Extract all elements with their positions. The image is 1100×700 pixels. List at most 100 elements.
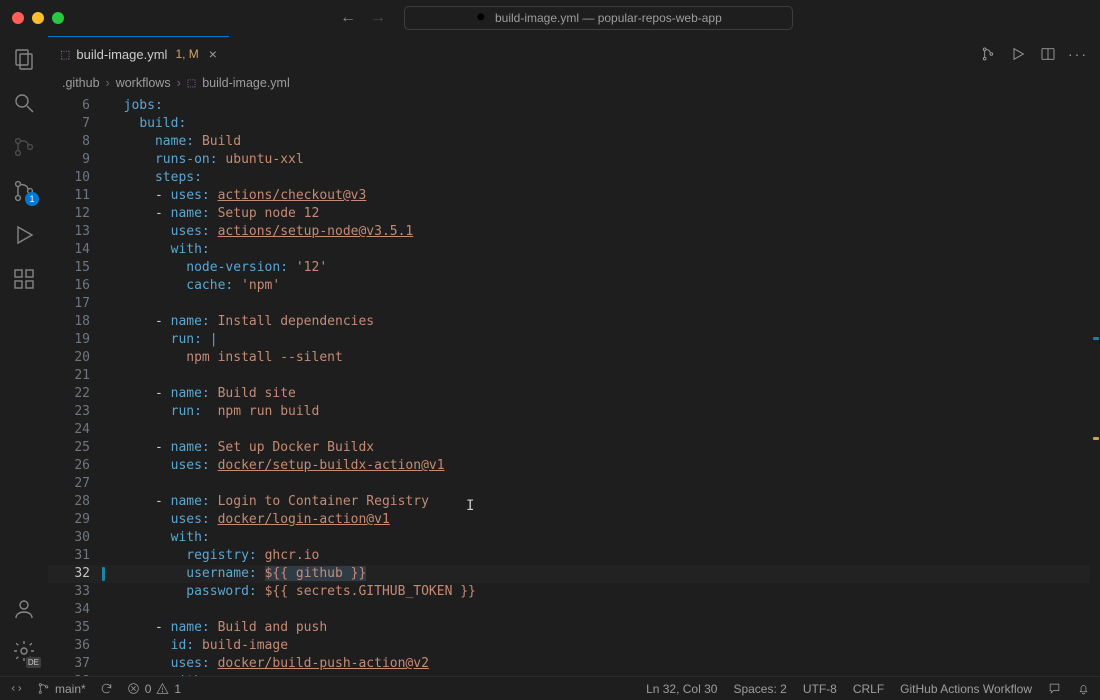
error-count: 0	[145, 682, 152, 696]
code-line[interactable]: run: |	[108, 331, 1090, 349]
code-line[interactable]: uses: actions/setup-node@v3.5.1	[108, 223, 1090, 241]
more-actions-icon[interactable]: ···	[1070, 46, 1086, 62]
eol-indicator[interactable]: CRLF	[853, 682, 884, 696]
code-line[interactable]: - name: Build site	[108, 385, 1090, 403]
breadcrumb-seg-file[interactable]: build-image.yml	[202, 76, 290, 90]
code-line[interactable]	[108, 601, 1090, 619]
breadcrumb[interactable]: .github › workflows › ⬚ build-image.yml	[48, 71, 1100, 95]
status-bar: main* 0 1 Ln 32, Col 30 Spaces: 2 UTF-8 …	[0, 676, 1100, 700]
branch-indicator[interactable]: main*	[37, 682, 86, 696]
code-line[interactable]: with:	[108, 673, 1090, 676]
code-line[interactable]: with:	[108, 241, 1090, 259]
breadcrumb-seg-github[interactable]: .github	[62, 76, 100, 90]
sync-icon	[100, 682, 113, 695]
error-icon	[127, 682, 140, 695]
code-line[interactable]: run: npm run build	[108, 403, 1090, 421]
code-line[interactable]: uses: docker/setup-buildx-action@v1	[108, 457, 1090, 475]
line-number-gutter: 6789101112131415161718192021222324252627…	[48, 97, 98, 676]
yaml-file-icon: ⬚	[187, 78, 196, 89]
editor-actions: ···	[980, 36, 1100, 71]
ruler-marker-info	[1093, 337, 1099, 340]
warning-count: 1	[174, 682, 181, 696]
settings-gear-icon[interactable]: DE	[11, 638, 37, 664]
code-line[interactable]: password: ${{ secrets.GITHUB_TOKEN }}	[108, 583, 1090, 601]
code-line[interactable]: - uses: actions/checkout@v3	[108, 187, 1090, 205]
maximize-window-button[interactable]	[52, 12, 64, 24]
problems-indicator[interactable]: 0 1	[127, 682, 181, 696]
run-workflow-icon[interactable]	[1010, 46, 1026, 62]
code-line[interactable]: with:	[108, 529, 1090, 547]
git-branch-icon	[37, 682, 50, 695]
sync-button[interactable]	[100, 682, 113, 695]
feedback-icon[interactable]	[1048, 682, 1061, 695]
cursor-position[interactable]: Ln 32, Col 30	[646, 682, 717, 696]
nav-forward-button[interactable]: →	[370, 9, 386, 27]
code-line[interactable]: - name: Install dependencies	[108, 313, 1090, 331]
explorer-icon[interactable]	[11, 46, 37, 72]
code-line[interactable]: name: Build	[108, 133, 1090, 151]
nav-back-button[interactable]: ←	[340, 9, 356, 27]
tab-problems-indicator: 1, M	[175, 47, 198, 61]
code-line[interactable]: cache: 'npm'	[108, 277, 1090, 295]
remote-icon	[10, 682, 23, 695]
close-window-button[interactable]	[12, 12, 24, 24]
activity-bar: 1 DE	[0, 36, 48, 676]
window-controls	[12, 12, 64, 24]
code-line[interactable]: registry: ghcr.io	[108, 547, 1090, 565]
code-lines[interactable]: 𝙸 jobs: build: name: Build runs-on: ubun…	[108, 97, 1090, 676]
overview-ruler[interactable]	[1090, 97, 1100, 676]
code-line[interactable]: - name: Setup node 12	[108, 205, 1090, 223]
code-line[interactable]	[108, 295, 1090, 313]
search-icon	[475, 11, 489, 25]
search-icon[interactable]	[11, 90, 37, 116]
chevron-right-icon: ›	[106, 76, 110, 90]
source-control-icon[interactable]: 1	[11, 178, 37, 204]
code-line[interactable]	[108, 367, 1090, 385]
command-center-title: build-image.yml — popular-repos-web-app	[495, 11, 722, 25]
code-line[interactable]: - name: Login to Container Registry	[108, 493, 1090, 511]
split-editor-icon[interactable]	[1040, 46, 1056, 62]
language-mode[interactable]: GitHub Actions Workflow	[900, 682, 1032, 696]
code-line[interactable]	[108, 475, 1090, 493]
warning-icon	[156, 682, 169, 695]
code-line[interactable]: node-version: '12'	[108, 259, 1090, 277]
scm-badge: 1	[25, 192, 39, 206]
code-line[interactable]: username: ${{ github }}	[108, 565, 1090, 583]
glyph-margin	[98, 97, 108, 676]
code-line[interactable]: uses: docker/login-action@v1	[108, 511, 1090, 529]
code-line[interactable]: runs-on: ubuntu-xxl	[108, 151, 1090, 169]
account-icon[interactable]	[11, 596, 37, 622]
remote-indicator[interactable]	[10, 682, 23, 695]
source-control-branch-icon[interactable]	[11, 134, 37, 160]
breadcrumb-seg-workflows[interactable]: workflows	[116, 76, 171, 90]
ruler-marker-warning	[1093, 437, 1099, 440]
code-line[interactable]: steps:	[108, 169, 1090, 187]
extensions-icon[interactable]	[11, 266, 37, 292]
code-line[interactable]: npm install --silent	[108, 349, 1090, 367]
code-line[interactable]: id: build-image	[108, 637, 1090, 655]
tab-build-image-yml[interactable]: ⬚ build-image.yml 1, M ×	[48, 36, 229, 71]
code-line[interactable]	[108, 421, 1090, 439]
yaml-file-icon: ⬚	[60, 48, 70, 61]
code-line[interactable]: jobs:	[108, 97, 1090, 115]
branch-name: main*	[55, 682, 86, 696]
code-editor[interactable]: 6789101112131415161718192021222324252627…	[48, 95, 1100, 676]
encoding-indicator[interactable]: UTF-8	[803, 682, 837, 696]
nav-history: ← →	[340, 9, 386, 27]
code-line[interactable]: uses: docker/build-push-action@v2	[108, 655, 1090, 673]
code-line[interactable]: build:	[108, 115, 1090, 133]
compare-changes-icon[interactable]	[980, 46, 996, 62]
chevron-right-icon: ›	[177, 76, 181, 90]
tab-close-button[interactable]: ×	[209, 46, 217, 62]
titlebar: ← → build-image.yml — popular-repos-web-…	[0, 0, 1100, 36]
minimize-window-button[interactable]	[32, 12, 44, 24]
indentation-indicator[interactable]: Spaces: 2	[733, 682, 786, 696]
tab-bar: ⬚ build-image.yml 1, M × ···	[48, 36, 1100, 71]
settings-lang-badge: DE	[26, 657, 41, 668]
notifications-icon[interactable]	[1077, 682, 1090, 695]
editor-pane: ⬚ build-image.yml 1, M × ··· .github	[48, 36, 1100, 676]
code-line[interactable]: - name: Set up Docker Buildx	[108, 439, 1090, 457]
command-center[interactable]: build-image.yml — popular-repos-web-app	[404, 6, 793, 30]
run-debug-icon[interactable]	[11, 222, 37, 248]
code-line[interactable]: - name: Build and push	[108, 619, 1090, 637]
